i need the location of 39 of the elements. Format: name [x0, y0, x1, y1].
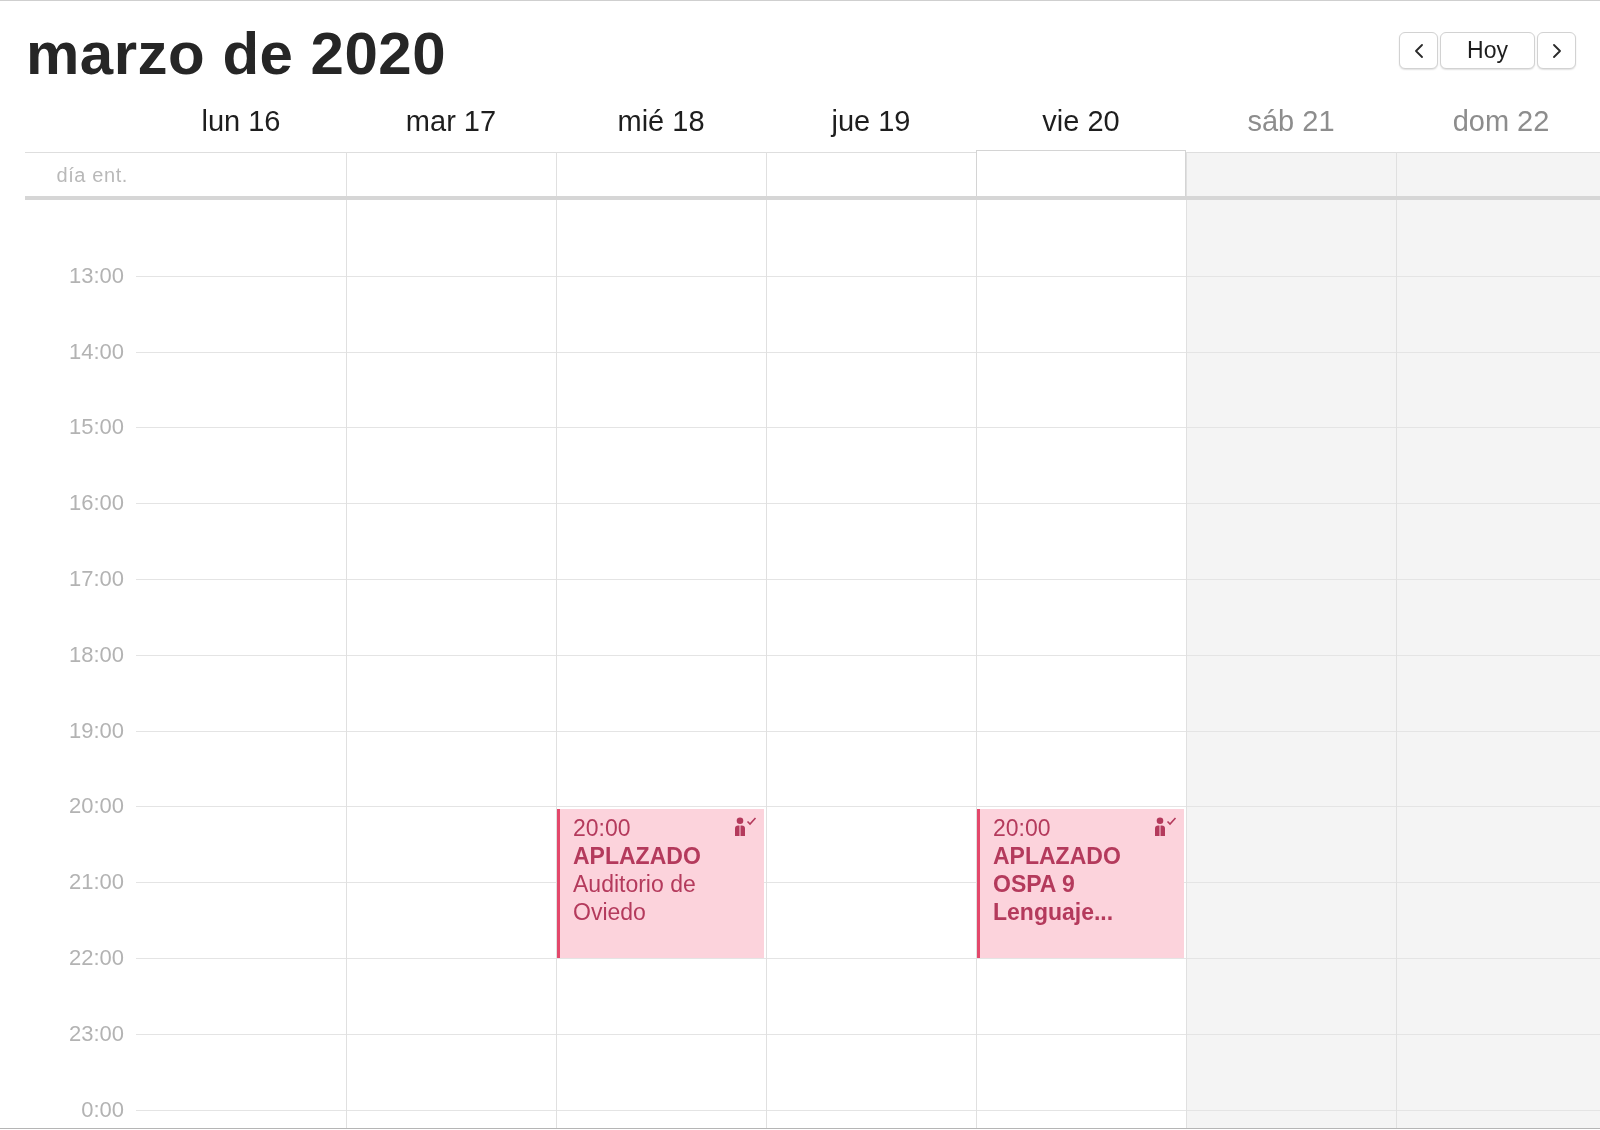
- today-button[interactable]: Hoy: [1440, 32, 1535, 69]
- time-label: 17:00: [68, 567, 124, 591]
- time-label: 16:00: [68, 491, 124, 516]
- next-button[interactable]: [1537, 32, 1576, 69]
- time-label: 23:00: [68, 1021, 124, 1046]
- time-label: 0:00: [81, 1097, 124, 1122]
- all-day-cell[interactable]: [556, 152, 766, 196]
- all-day-cell[interactable]: [766, 152, 976, 196]
- day-header[interactable]: lun 16: [136, 100, 346, 152]
- person-check-icon: [734, 817, 757, 837]
- time-label: 22:00: [68, 945, 124, 970]
- time-label: 18:00: [68, 642, 124, 667]
- chevron-right-icon: [1552, 43, 1561, 58]
- time-label: 13:00: [68, 263, 124, 288]
- time-label: 14:00: [68, 339, 124, 364]
- person-check-icon: [1154, 817, 1177, 837]
- time-label: 21:00: [68, 870, 124, 895]
- all-day-cell[interactable]: [346, 152, 556, 196]
- event-title: APLAZADO OSPA 9 Lenguaje...: [993, 842, 1122, 927]
- event-location: Auditorio de Oviedo: [573, 870, 697, 927]
- chevron-left-icon: [1414, 43, 1423, 58]
- day-header[interactable]: mar 17: [346, 100, 556, 152]
- all-day-cell[interactable]: [976, 150, 1186, 196]
- previous-button[interactable]: [1399, 32, 1438, 69]
- event-card[interactable]: 20:00 APLAZADO OSPA 9 Lenguaje...: [977, 809, 1184, 958]
- event-time: 20:00: [573, 814, 631, 843]
- day-header[interactable]: vie 20: [976, 100, 1186, 152]
- all-day-label: día ent.: [56, 163, 128, 186]
- all-day-cell[interactable]: [1396, 152, 1600, 196]
- all-day-cell[interactable]: [1186, 152, 1396, 196]
- month-title: marzo de 2020: [26, 24, 447, 84]
- time-label: 20:00: [68, 794, 124, 819]
- day-header[interactable]: mié 18: [556, 100, 766, 152]
- event-card[interactable]: 20:00 APLAZADO Auditorio de Oviedo: [557, 809, 764, 958]
- event-title: APLAZADO: [573, 842, 702, 871]
- event-time: 20:00: [993, 814, 1051, 843]
- day-header[interactable]: jue 19: [766, 100, 976, 152]
- time-label: 15:00: [68, 415, 124, 440]
- time-label: 19:00: [68, 718, 124, 743]
